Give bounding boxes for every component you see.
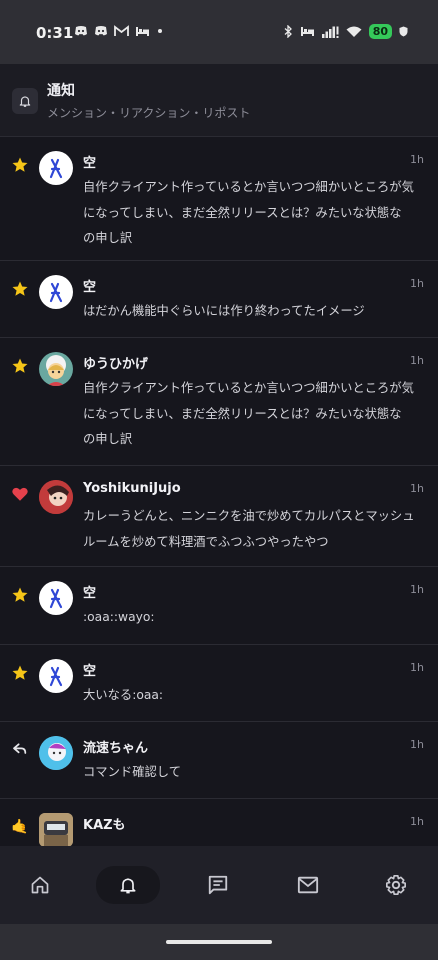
star-icon <box>11 280 29 298</box>
dot-icon <box>158 29 162 33</box>
bed-icon <box>300 27 314 36</box>
kaz-avatar[interactable] <box>39 813 73 847</box>
gmail-icon <box>114 25 129 36</box>
status-time: 0:31 <box>36 24 74 42</box>
heart-icon <box>11 485 29 503</box>
notification-time: 1h <box>410 277 424 290</box>
bed-icon <box>136 26 149 36</box>
notification-time: 1h <box>410 354 424 367</box>
discord-icon <box>75 26 87 36</box>
notification-time: 1h <box>410 661 424 674</box>
notification-username[interactable]: KAZも <box>83 814 126 833</box>
notification-username[interactable]: 空 <box>83 276 96 295</box>
notification-list: 空 1h 自作クライアント作っているとか言いつつ細かいところが気 になってしまい… <box>0 137 438 849</box>
notification-text: :oaa::wayo: <box>83 610 155 624</box>
page-subtitle: メンション・リアクション・リポスト <box>47 106 251 120</box>
signal-icon <box>321 26 339 38</box>
notification-username[interactable]: 空 <box>83 582 96 601</box>
status-left-icons <box>74 25 164 37</box>
gesture-bar-area <box>0 924 438 960</box>
bell-icon <box>12 88 38 114</box>
status-right-icons: 80 <box>284 24 408 39</box>
notification-time: 1h <box>410 153 424 166</box>
notification-time: 1h <box>410 583 424 596</box>
notification-text: カレーうどんと、ニンニクを油で炒めてカルパスとマッシュ ルームを炒めて料理酒でふ… <box>83 509 415 549</box>
notification-item[interactable]: 空 1h :oaa::wayo: <box>0 567 438 645</box>
notification-item[interactable]: ゆうひかげ 1h 自作クライアント作っているとか言いつつ細かいところが気 になっ… <box>0 338 438 466</box>
notification-username[interactable]: 空 <box>83 660 96 679</box>
yoshikuni-avatar[interactable] <box>39 480 73 514</box>
gear-icon[interactable] <box>372 866 420 904</box>
notification-item[interactable]: 流速ちゃん 1h コマンド確認して <box>0 722 438 799</box>
notification-item[interactable]: 🤙 KAZも 1h <box>0 799 438 849</box>
battery-icon: 80 <box>368 24 392 39</box>
notification-text: コマンド確認して <box>83 765 182 779</box>
bell-icon[interactable] <box>96 866 160 904</box>
notification-time: 1h <box>410 738 424 751</box>
star-icon <box>11 664 29 682</box>
status-bar: 0:31 80 <box>0 0 438 64</box>
notification-time: 1h <box>410 815 424 828</box>
sora-avatar[interactable] <box>39 151 73 185</box>
notification-text: はだかん機能中ぐらいには作り終わってたイメージ <box>83 304 365 318</box>
notification-item[interactable]: 空 1h 大いなる:oaa: <box>0 645 438 722</box>
star-icon <box>11 586 29 604</box>
gesture-handle[interactable] <box>166 940 272 944</box>
sora-avatar[interactable] <box>39 581 73 615</box>
notification-username[interactable]: 空 <box>83 152 96 171</box>
notification-time: 1h <box>410 482 424 495</box>
mail-icon[interactable] <box>284 866 332 904</box>
notification-item[interactable]: 空 1h 自作クライアント作っているとか言いつつ細かいところが気 になってしまい… <box>0 137 438 261</box>
page-title: 通知 <box>47 83 75 99</box>
reply-arrow-icon <box>11 741 29 759</box>
notification-username[interactable]: YoshikuniJujo <box>83 481 181 496</box>
notification-text: 自作クライアント作っているとか言いつつ細かいところが気 になってしまい、まだ全然… <box>83 180 414 245</box>
notification-username[interactable]: ゆうひかげ <box>83 353 148 372</box>
notification-item[interactable]: 空 1h はだかん機能中ぐらいには作り終わってたイメージ <box>0 261 438 338</box>
page-header: 通知 メンション・リアクション・リポスト <box>0 64 438 137</box>
shield-icon <box>399 26 408 37</box>
discord-icon <box>95 26 107 36</box>
sora-avatar[interactable] <box>39 275 73 309</box>
notification-item[interactable]: YoshikuniJujo 1h カレーうどんと、ニンニクを油で炒めてカルパスと… <box>0 466 438 567</box>
notification-text: 大いなる:oaa: <box>83 688 164 702</box>
bluetooth-icon <box>284 25 292 38</box>
call-me-hand-icon: 🤙 <box>11 819 29 835</box>
notification-text: 自作クライアント作っているとか言いつつ細かいところが気 になってしまい、まだ全然… <box>83 381 414 446</box>
bottom-navigation <box>0 846 438 924</box>
star-icon <box>11 156 29 174</box>
wifi-icon <box>346 26 362 37</box>
home-icon[interactable] <box>16 866 64 904</box>
notification-username[interactable]: 流速ちゃん <box>83 737 148 756</box>
chat-icon[interactable] <box>194 866 242 904</box>
yuuhikage-avatar[interactable] <box>39 352 73 386</box>
sora-avatar[interactable] <box>39 659 73 693</box>
star-icon <box>11 357 29 375</box>
ryuusoku-avatar[interactable] <box>39 736 73 770</box>
